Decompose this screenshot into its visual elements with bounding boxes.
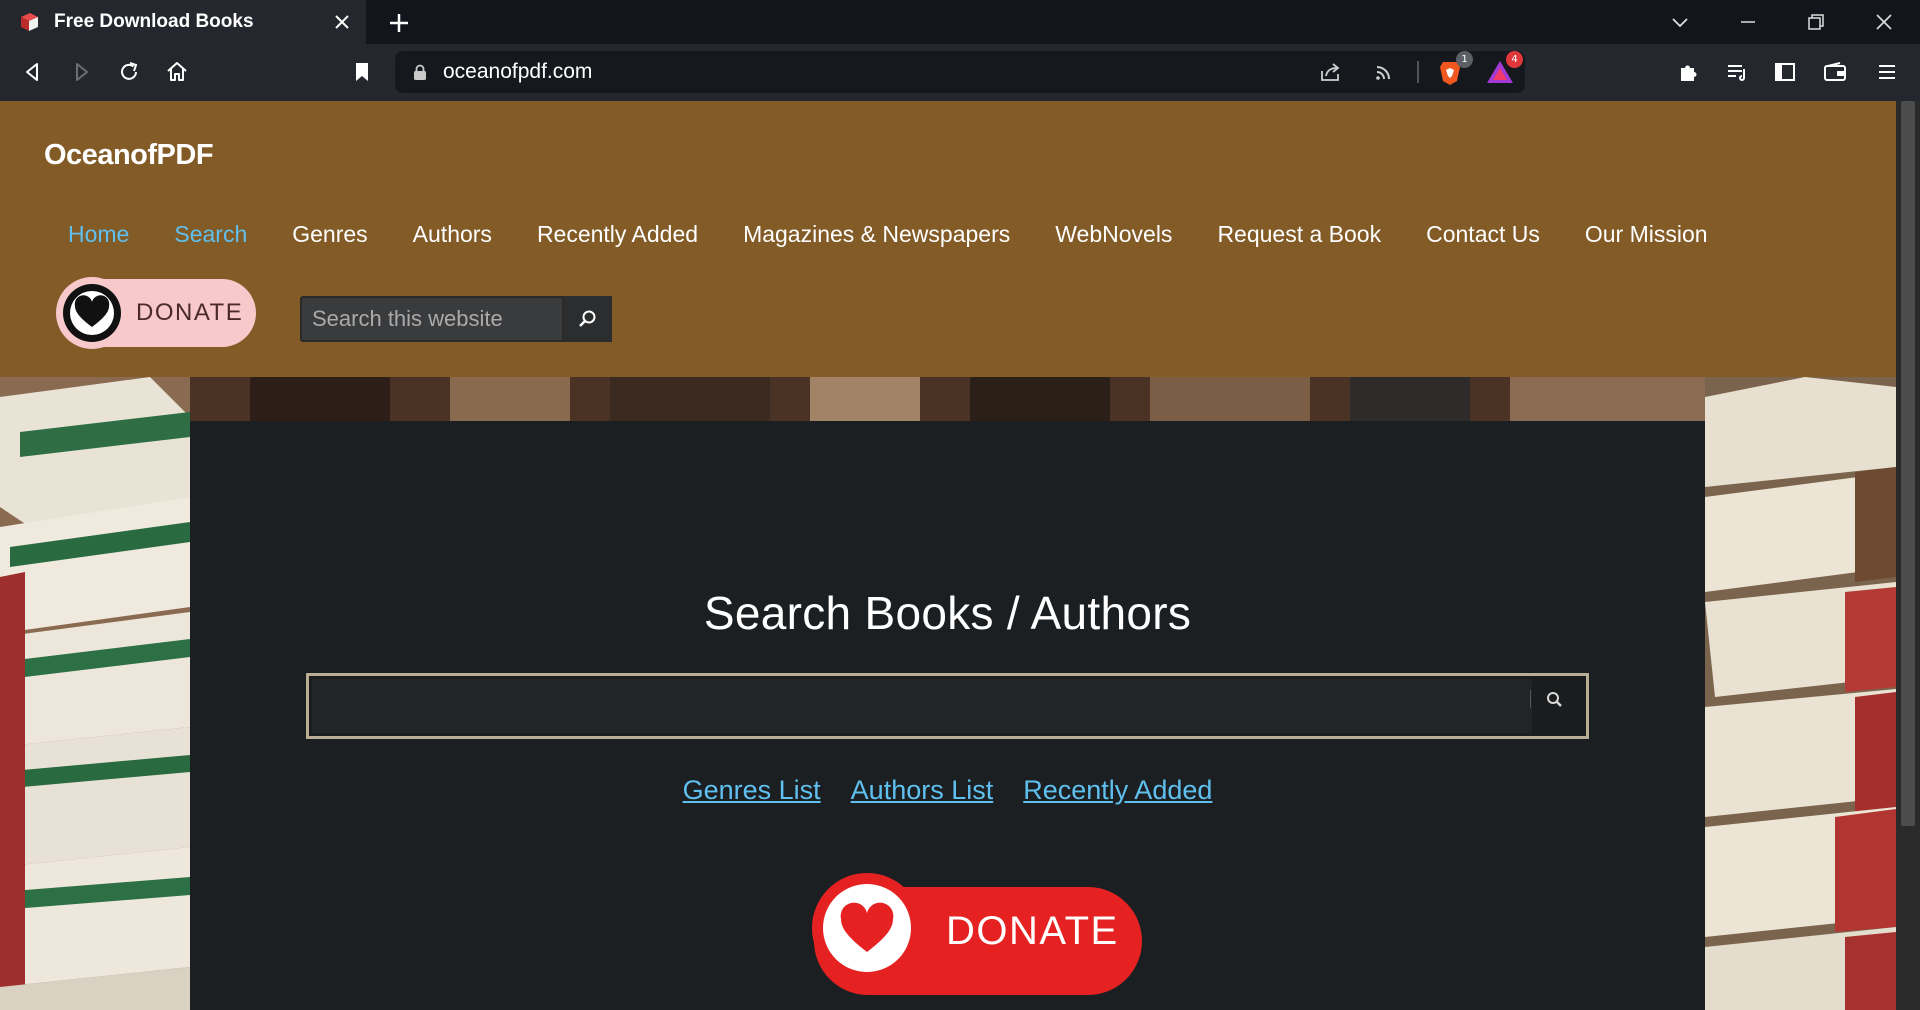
page-title: Search Books / Authors [703, 587, 1192, 639]
nav-contact-us[interactable]: Contact Us [1426, 221, 1540, 248]
recently-added-link[interactable]: Recently Added [1023, 775, 1212, 806]
donate-heart-badge [56, 277, 128, 349]
nav-authors[interactable]: Authors [413, 221, 492, 248]
tab-title: Free Download Books [54, 11, 254, 32]
nav-webnovels[interactable]: WebNovels [1055, 221, 1172, 248]
nav-our-mission[interactable]: Our Mission [1585, 221, 1708, 248]
book-icon [21, 13, 38, 31]
address-bar-divider [1417, 61, 1419, 83]
home-icon[interactable] [164, 59, 190, 85]
lock-icon [414, 64, 426, 80]
search-panel: Search Books / Authors Genres List Autho… [190, 421, 1705, 1010]
scrollbar-thumb[interactable] [1901, 101, 1915, 826]
back-arrow-icon[interactable] [20, 59, 46, 85]
search-icon [1547, 692, 1562, 707]
page-scrollbar[interactable] [1896, 101, 1920, 1010]
nav-home[interactable]: Home [68, 221, 129, 248]
search-icon [579, 310, 596, 327]
site-header: OceanofPDF Home Search Genres Authors Re… [0, 101, 1896, 377]
hamburger-icon[interactable] [1874, 59, 1900, 85]
restore-icon[interactable] [1804, 10, 1828, 34]
nav-search[interactable]: Search [174, 221, 247, 248]
donate-heart-badge [812, 873, 922, 983]
donate-button[interactable]: DONATE [812, 873, 1142, 995]
header-search-placeholder: Search this website [312, 306, 503, 331]
header-donate-button[interactable]: DONATE [56, 277, 256, 349]
authors-list-link[interactable]: Authors List [851, 775, 994, 806]
browser-chrome: Free Download Books oceanofpdf.com 1 4 [0, 0, 1920, 101]
close-icon[interactable] [332, 12, 352, 32]
header-donate-label: DONATE [136, 299, 244, 326]
books-background-top [190, 377, 1705, 421]
tab-free-download-books[interactable]: Free Download Books [0, 0, 366, 44]
rss-icon[interactable] [1371, 59, 1397, 85]
tab-strip: Free Download Books [0, 0, 1920, 44]
minimize-icon[interactable] [1736, 10, 1760, 34]
main-nav: Home Search Genres Authors Recently Adde… [68, 221, 1708, 248]
chevron-down-icon[interactable] [1668, 10, 1692, 34]
books-background-left [0, 377, 190, 1010]
rewards-count: 4 [1506, 51, 1523, 68]
books-background-right [1705, 377, 1896, 1010]
sidebar-icon[interactable] [1772, 59, 1798, 85]
quick-links: Genres List Authors List Recently Added [190, 775, 1705, 806]
nav-genres[interactable]: Genres [292, 221, 367, 248]
window-close-icon[interactable] [1872, 10, 1896, 34]
nav-magazines-newspapers[interactable]: Magazines & Newspapers [743, 221, 1010, 248]
puzzle-icon[interactable] [1676, 59, 1702, 85]
genres-list-link[interactable]: Genres List [683, 775, 821, 806]
nav-request-a-book[interactable]: Request a Book [1217, 221, 1381, 248]
brave-shields-count: 1 [1456, 51, 1473, 68]
book-search-button[interactable] [1530, 682, 1580, 730]
header-search-input[interactable]: Search this website [300, 296, 564, 342]
hero-section: Search Books / Authors Genres List Autho… [0, 377, 1896, 1010]
site-title[interactable]: OceanofPDF [44, 139, 214, 172]
new-tab-plus-icon[interactable] [386, 10, 412, 36]
book-search-input[interactable] [306, 673, 1589, 739]
forward-arrow-icon[interactable] [68, 59, 94, 85]
book-search-field[interactable] [312, 679, 1532, 733]
donate-label: DONATE [946, 909, 1119, 953]
playlist-icon[interactable] [1724, 59, 1750, 85]
address-bar[interactable]: oceanofpdf.com 1 4 [395, 51, 1525, 93]
reload-icon[interactable] [116, 59, 142, 85]
heart-icon [63, 284, 121, 342]
url-text: oceanofpdf.com [443, 60, 593, 83]
bookmark-icon[interactable] [349, 59, 375, 85]
web-page: OceanofPDF Home Search Genres Authors Re… [0, 101, 1896, 1010]
wallet-icon[interactable] [1822, 59, 1848, 85]
heart-icon [840, 902, 894, 952]
share-icon[interactable] [1317, 59, 1343, 85]
header-search-button[interactable] [564, 296, 612, 342]
nav-recently-added[interactable]: Recently Added [537, 221, 698, 248]
